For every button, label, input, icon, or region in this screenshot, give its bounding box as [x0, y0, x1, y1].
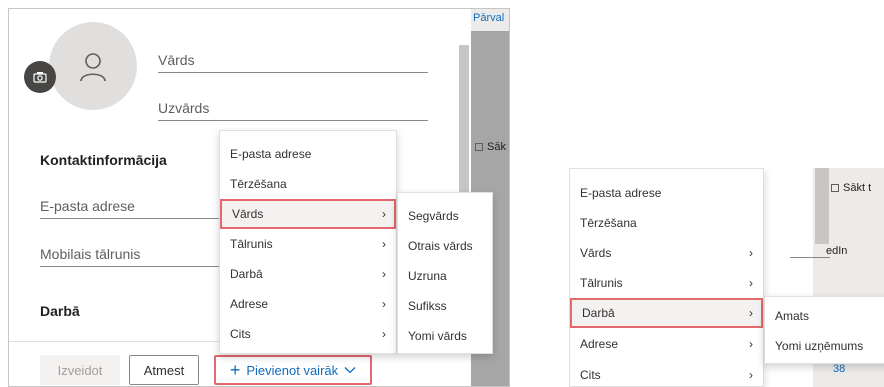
menu-item-label: Adrese: [580, 337, 619, 351]
menu-item-label: Tērzēšana: [580, 216, 637, 230]
menu-item-work[interactable]: Darbā ›: [570, 298, 763, 328]
submenu-item-job-title[interactable]: Amats: [765, 301, 884, 331]
last-name-input[interactable]: [158, 97, 428, 119]
menu-item-label: Cits: [580, 368, 601, 382]
submenu-item-label: Amats: [775, 309, 810, 323]
menu-item-label: E-pasta adrese: [580, 186, 662, 200]
discard-button[interactable]: Atmest: [129, 355, 199, 385]
checkbox-icon: [831, 184, 839, 192]
chevron-down-icon: [344, 367, 356, 374]
chevron-right-icon: ›: [749, 306, 753, 320]
menu-item-other[interactable]: Cits ›: [220, 319, 396, 349]
menu-item-other[interactable]: Cits ›: [570, 360, 763, 387]
submenu-item-middle-name[interactable]: Otrais vārds: [398, 231, 492, 261]
background-fragment-text: edIn: [826, 245, 848, 257]
menu-item-chat[interactable]: Tērzēšana: [220, 169, 396, 199]
submenu-item-label: Yomi vārds: [408, 329, 467, 343]
chevron-right-icon: ›: [382, 327, 386, 341]
add-more-button[interactable]: + Pievienot vairāk: [214, 355, 372, 385]
submenu-item-label: Otrais vārds: [408, 239, 473, 253]
work-submenu: Amats Yomi uzņēmums: [764, 296, 884, 364]
mobile-field[interactable]: [40, 243, 220, 267]
menu-item-label: Tērzēšana: [230, 177, 287, 191]
submenu-item-label: Yomi uzņēmums: [775, 339, 864, 353]
person-icon: [80, 53, 106, 82]
chevron-right-icon: ›: [382, 207, 386, 221]
camera-icon: [33, 72, 47, 83]
plus-icon: +: [229, 360, 241, 380]
menu-item-name[interactable]: Vārds ›: [220, 199, 396, 229]
menu-item-label: Darbā: [582, 306, 615, 320]
submenu-item-yomi-company[interactable]: Yomi uzņēmums: [765, 331, 884, 361]
menu-item-phone[interactable]: Tālrunis ›: [220, 229, 396, 259]
menu-item-label: Vārds: [580, 246, 612, 260]
chevron-right-icon: ›: [749, 368, 753, 382]
menu-item-label: Tālrunis: [580, 276, 623, 290]
chevron-right-icon: ›: [749, 246, 753, 260]
create-button[interactable]: Izveidot: [40, 355, 120, 385]
email-field[interactable]: [40, 195, 220, 219]
scrollbar-thumb[interactable]: [815, 168, 829, 244]
menu-item-address[interactable]: Adrese ›: [570, 329, 763, 359]
chevron-right-icon: ›: [382, 267, 386, 281]
submenu-item-label: Sufikss: [408, 299, 447, 313]
contact-info-heading: Kontaktinformācija: [40, 152, 167, 168]
email-input[interactable]: [40, 195, 220, 217]
chevron-right-icon: ›: [382, 237, 386, 251]
background-checkbox-label: Sāk: [487, 141, 506, 153]
work-heading: Darbā: [40, 303, 80, 319]
add-field-menu: E-pasta adrese Tērzēšana Vārds › Tālrunis…: [569, 168, 764, 387]
menu-item-label: Cits: [230, 327, 251, 341]
avatar[interactable]: [49, 22, 137, 110]
menu-item-name[interactable]: Vārds ›: [570, 238, 763, 268]
scrollbar-thumb[interactable]: [459, 45, 469, 197]
chevron-right-icon: ›: [382, 297, 386, 311]
menu-item-work[interactable]: Darbā ›: [220, 259, 396, 289]
background-checkbox-row: Sāk: [475, 141, 506, 153]
menu-item-label: Darbā: [230, 267, 263, 281]
menu-item-email[interactable]: E-pasta adrese: [220, 139, 396, 169]
submenu-item-suffix[interactable]: Sufikss: [398, 291, 492, 321]
submenu-item-label: Segvārds: [408, 209, 459, 223]
background-checkbox-label: Sākt t: [843, 182, 872, 194]
menu-item-chat[interactable]: Tērzēšana: [570, 208, 763, 238]
menu-item-address[interactable]: Adrese ›: [220, 289, 396, 319]
name-submenu: Segvārds Otrais vārds Uzruna Sufikss Yom…: [397, 192, 493, 354]
menu-item-phone[interactable]: Tālrunis ›: [570, 268, 763, 298]
menu-item-email[interactable]: E-pasta adrese: [570, 178, 763, 208]
submenu-item-label: Uzruna: [408, 269, 447, 283]
chevron-right-icon: ›: [749, 337, 753, 351]
menu-item-label: Tālrunis: [230, 237, 273, 251]
menu-item-label: Adrese: [230, 297, 269, 311]
background-divider: [790, 257, 830, 258]
background-checkbox-row: Sākt t: [831, 182, 871, 194]
background-fragment-number: 38: [833, 363, 846, 375]
add-more-label: Pievienot vairāk: [246, 362, 339, 378]
work-menu-example: Sākt t edIn 38 E-pasta adrese Tērzēšana …: [569, 168, 884, 387]
menu-item-label: Vārds: [232, 207, 264, 221]
submenu-item-yomi-name[interactable]: Yomi vārds: [398, 321, 492, 351]
last-name-field[interactable]: [158, 97, 428, 121]
checkbox-icon: [475, 143, 483, 151]
first-name-field[interactable]: [158, 49, 428, 73]
mobile-input[interactable]: [40, 243, 220, 265]
change-photo-button[interactable]: [24, 61, 56, 93]
chevron-right-icon: ›: [749, 276, 753, 290]
add-field-menu: E-pasta adrese Tērzēšana Vārds › Tālrunis…: [219, 130, 397, 354]
background-manage-link[interactable]: Pārval: [473, 12, 504, 24]
new-contact-panel: Pārval Sāk Kontaktinformācija Darbā Izve…: [8, 8, 510, 387]
first-name-input[interactable]: [158, 49, 428, 71]
submenu-item-nickname[interactable]: Segvārds: [398, 201, 492, 231]
submenu-item-title[interactable]: Uzruna: [398, 261, 492, 291]
menu-item-label: E-pasta adrese: [230, 147, 312, 161]
